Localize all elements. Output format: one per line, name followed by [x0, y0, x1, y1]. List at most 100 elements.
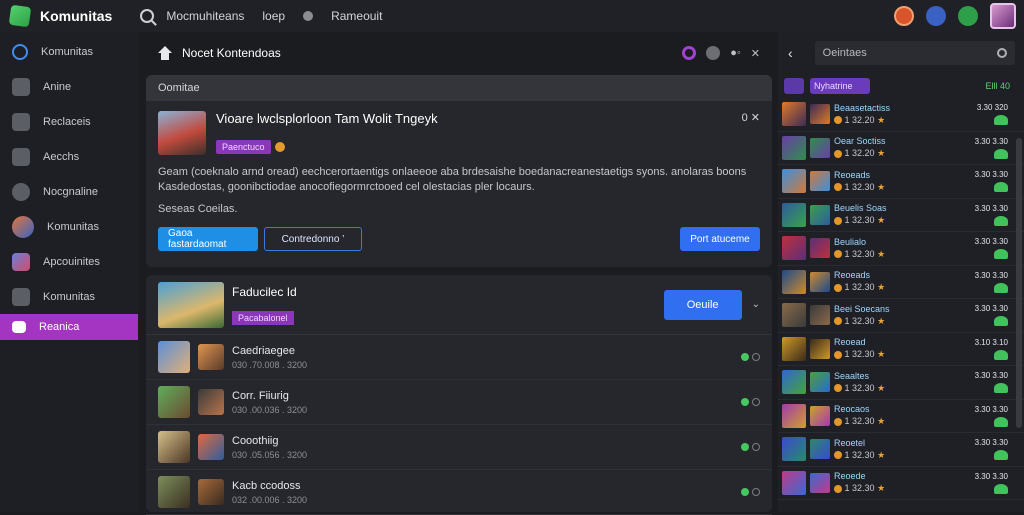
- like-icon[interactable]: [994, 182, 1008, 193]
- list-item[interactable]: Reoeads 1 32.30 ★ 3.30 3.30: [778, 165, 1024, 199]
- brand-title[interactable]: Komunitas: [40, 8, 112, 24]
- post-header: Vioare lwclsplorloon Tam Wolit Tngeyk Pa…: [146, 101, 772, 155]
- sidebar-item-anine[interactable]: Anine: [0, 69, 138, 104]
- right-panel-header: ‹ Oeintaes: [778, 32, 1024, 74]
- sidebar-item-apcouinites[interactable]: Apcouinites: [0, 244, 138, 279]
- post-thumbnail[interactable]: [158, 111, 206, 155]
- list-item[interactable]: Beuelis Soas 1 32.30 ★ 3.30 3.30: [778, 199, 1024, 232]
- gem-icon[interactable]: [958, 6, 978, 26]
- gift-icon: [12, 287, 30, 306]
- sidebar-item-reclaceis[interactable]: Reclaceis: [0, 104, 138, 139]
- list-item[interactable]: Corr. Fiiurig 030 .00.036 . 3200: [146, 380, 772, 425]
- notification-icon[interactable]: [894, 6, 914, 26]
- game-thumbnail: [782, 303, 806, 328]
- top-nav-item-3[interactable]: Rameouit: [331, 9, 382, 23]
- list-item[interactable]: Cooothiig 030 .05.056 . 3200: [146, 425, 772, 470]
- post-link[interactable]: Seseas Coeilas.: [146, 195, 772, 215]
- home-icon[interactable]: [158, 46, 172, 60]
- chevron-down-icon[interactable]: ⌄: [752, 299, 760, 310]
- game-thumbnail-secondary: [810, 405, 830, 426]
- list-item[interactable]: Reoede 1 32.30 ★ 3.30 3.30: [778, 467, 1024, 500]
- like-icon[interactable]: [994, 416, 1008, 427]
- game-name: Beei Soecans: [834, 303, 890, 314]
- top-nav-item-1[interactable]: Mocmuhiteans: [166, 9, 244, 23]
- app-logo-icon[interactable]: [8, 4, 32, 28]
- game-meta-value: 1 32.30: [844, 483, 875, 494]
- sidebar-item-nocgnaline[interactable]: Nocgnaline: [0, 174, 138, 209]
- search-icon[interactable]: [996, 48, 1007, 58]
- like-icon[interactable]: [994, 282, 1008, 293]
- like-icon[interactable]: [994, 450, 1008, 461]
- group-thumbnail[interactable]: [158, 281, 224, 328]
- star-icon: ★: [877, 483, 886, 494]
- globe-icon[interactable]: [926, 6, 946, 26]
- user-avatar[interactable]: [990, 3, 1016, 29]
- controller-icon: [12, 182, 30, 201]
- group-tag[interactable]: Pacabalonel: [232, 310, 294, 325]
- notification-icon[interactable]: [682, 46, 697, 60]
- like-icon[interactable]: [994, 249, 1008, 260]
- list-item[interactable]: Reoeads 1 32.30 ★ 3.30 3.30: [778, 266, 1024, 299]
- filter-chip-icon[interactable]: [784, 78, 804, 94]
- game-thumbnail-secondary: [810, 271, 830, 292]
- game-thumbnail-secondary: [810, 305, 830, 326]
- like-icon[interactable]: [994, 148, 1008, 159]
- game-meta: 1 32.30 ★: [834, 483, 885, 494]
- like-icon[interactable]: [994, 215, 1008, 226]
- right-action-button[interactable]: Port atuceme: [680, 227, 760, 251]
- like-icon[interactable]: [994, 483, 1008, 494]
- list-item[interactable]: Reoetel 1 32.30 ★ 3.30 3.30: [778, 433, 1024, 467]
- post-title[interactable]: Vioare lwclsplorloon Tam Wolit Tngeyk: [216, 111, 438, 126]
- sidebar-item-komunitas-2[interactable]: Komunitas: [0, 209, 138, 244]
- post-tag[interactable]: Paenctuco: [216, 140, 271, 154]
- online-icon: [741, 398, 749, 406]
- join-button[interactable]: Oeuile: [663, 289, 742, 320]
- users-icon[interactable]: ●◦: [730, 47, 741, 59]
- list-item[interactable]: Kacb ccodoss 032 .00.006 . 3200: [146, 470, 772, 515]
- filter-chip[interactable]: Nyhatrine: [810, 78, 870, 94]
- list-item[interactable]: Caedriaegee 030 .70.008 . 3200: [146, 335, 772, 380]
- member-avatar-secondary: [198, 479, 224, 505]
- post-close-button[interactable]: 0 ✕: [742, 111, 760, 155]
- like-icon[interactable]: [994, 316, 1008, 327]
- post-body: Geam (coeknalo arnd oread) eechcerortaen…: [158, 166, 747, 193]
- game-name: Reoede: [834, 471, 866, 482]
- star-icon: ★: [877, 148, 886, 159]
- list-item[interactable]: Beaasetactiss 1 32.20 ★ 3.30 320: [778, 98, 1024, 132]
- like-icon[interactable]: [994, 383, 1008, 394]
- sidebar-item-reanica[interactable]: Reanica: [0, 314, 138, 340]
- list-item[interactable]: Beulialo 1 32.30 ★ 3.30 3.30: [778, 232, 1024, 266]
- scrollbar[interactable]: [1016, 138, 1022, 428]
- game-meta: 1 32.30 ★: [834, 383, 885, 394]
- list-item[interactable]: Reocaos 1 32.30 ★ 3.30 3.30: [778, 400, 1024, 433]
- game-score-box: 3.30 3.30: [975, 271, 1008, 293]
- list-item[interactable]: Seaaltes 1 32.30 ★ 3.30 3.30: [778, 366, 1024, 400]
- card-tab[interactable]: Oomitae: [146, 75, 772, 101]
- sidebar-item-komunitas[interactable]: Komunitas: [0, 34, 138, 69]
- top-nav-item-2[interactable]: loep: [262, 9, 285, 23]
- coin-icon: [834, 451, 842, 460]
- list-item[interactable]: Reoead 1 32.30 ★ 3.10 3.10: [778, 333, 1024, 366]
- sidebar-item-label: Nocgnaline: [43, 185, 99, 198]
- game-meta-value: 1 32.30: [844, 282, 875, 293]
- close-icon[interactable]: ✕: [751, 47, 760, 60]
- search-icon[interactable]: [140, 9, 155, 23]
- primary-action-button[interactable]: Gaoa fastardaomat: [158, 227, 258, 251]
- like-icon[interactable]: [994, 115, 1008, 126]
- sidebar-item-komunitas-3[interactable]: Komunitas: [0, 279, 138, 314]
- secondary-action-button[interactable]: Contredonno ’: [264, 227, 362, 251]
- chevron-left-icon[interactable]: ‹: [788, 45, 793, 61]
- like-icon[interactable]: [994, 349, 1008, 360]
- group-title[interactable]: Faducilec Id: [232, 285, 297, 299]
- game-info: Reoead 1 32.30 ★: [834, 337, 885, 360]
- status-indicator: [741, 398, 760, 406]
- sidebar-item-aecchs[interactable]: Aecchs: [0, 139, 138, 174]
- game-meta: 1 32.20 ★: [834, 115, 890, 126]
- right-search-input[interactable]: Oeintaes: [814, 41, 1015, 65]
- info-icon[interactable]: [706, 46, 721, 60]
- list-item[interactable]: Oear Soctiss 1 32.20 ★ 3.30 3.30: [778, 132, 1024, 165]
- list-item[interactable]: Beei Soecans 1 32.30 ★ 3.30 3.30: [778, 299, 1024, 333]
- game-score: 3.30 3.30: [974, 371, 1008, 381]
- game-meta-value: 1 32.20: [844, 148, 875, 159]
- main-header: Nocet Kontendoas ●◦ ✕: [146, 32, 772, 74]
